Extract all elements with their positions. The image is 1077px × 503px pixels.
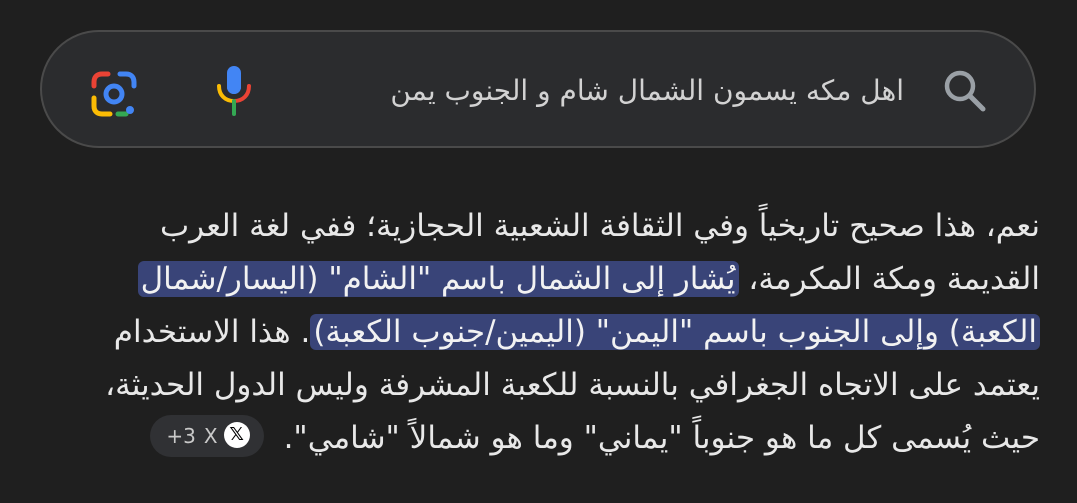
answer-line-2: القديمة ومكة المكرمة، يُشار إلى الشمال ب… xyxy=(50,253,1040,306)
ai-answer-paragraph: نعم، هذا صحيح تاريخياً وفي الثقافة الشعب… xyxy=(50,200,1040,465)
mic-icon[interactable] xyxy=(210,64,258,120)
answer-line-1: نعم، هذا صحيح تاريخياً وفي الثقافة الشعب… xyxy=(159,208,1040,244)
page: اهل مكه يسمون الشمال شام و الجنوب يمن نع… xyxy=(0,0,1077,503)
answer-text: حيث يُسمى كل ما هو جنوباً "يماني" وما هو… xyxy=(283,420,1040,456)
answer-line-5: حيث يُسمى كل ما هو جنوباً "يماني" وما هو… xyxy=(50,412,1040,465)
source-count: +3 xyxy=(166,423,196,448)
search-input[interactable]: اهل مكه يسمون الشمال شام و الجنوب يمن xyxy=(390,68,904,114)
answer-text: القديمة ومكة المكرمة، xyxy=(738,261,1040,297)
search-icon[interactable] xyxy=(940,66,990,116)
search-bar[interactable]: اهل مكه يسمون الشمال شام و الجنوب يمن xyxy=(40,30,1036,148)
source-chip[interactable]: +3 X 𝕏 xyxy=(150,414,264,457)
highlighted-text[interactable]: يُشار إلى الشمال باسم "الشام" (اليسار/شم… xyxy=(137,261,739,297)
answer-line-4: يعتمد على الاتجاه الجغرافي بالنسبة للكعب… xyxy=(105,367,1040,403)
google-lens-icon[interactable] xyxy=(88,68,140,120)
x-logo-icon: 𝕏 xyxy=(223,422,250,448)
source-name: X xyxy=(203,423,218,448)
answer-text: . هذا الاستخدام xyxy=(113,314,311,350)
answer-line-3: الكعبة) وإلى الجنوب باسم "اليمن" (اليمين… xyxy=(50,306,1040,359)
highlighted-text[interactable]: الكعبة) وإلى الجنوب باسم "اليمن" (اليمين… xyxy=(310,314,1040,350)
